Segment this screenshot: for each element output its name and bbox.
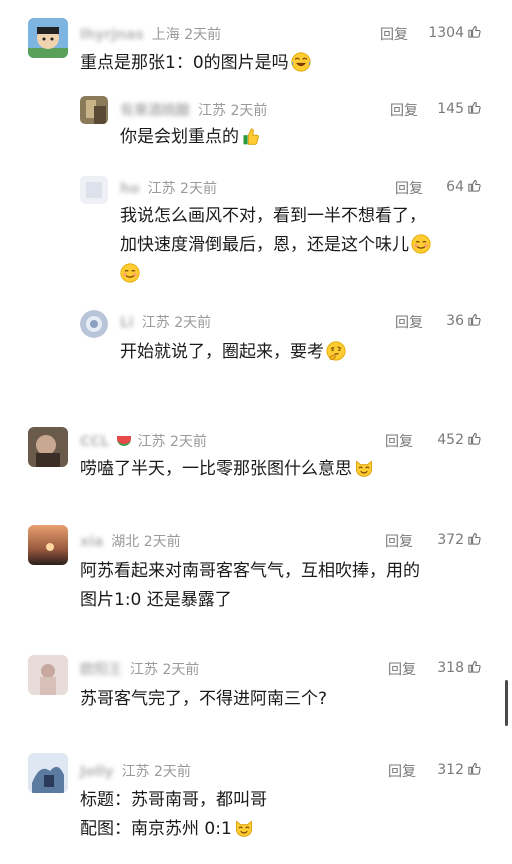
comment-text: 唠嗑了半天，一比零那张图什么意思 (80, 455, 374, 484)
cat-emoji (235, 820, 252, 837)
timestamp: 2天前 (184, 27, 222, 43)
timestamp: 2天前 (230, 103, 268, 119)
like-count: 312 (437, 762, 464, 778)
thumbs-up-icon (467, 24, 482, 39)
reply-comment-item: Li 江苏 2天前 回复 36 开始就说了，圈起来，要考 (0, 302, 512, 382)
comment-text: 重点是那张1：0的图片是吗 (80, 49, 311, 78)
reply-button[interactable]: 回复 (388, 659, 416, 679)
like-count: 145 (437, 101, 464, 117)
reply-button[interactable]: 回复 (388, 761, 416, 781)
location: 江苏 (147, 181, 176, 197)
avatar[interactable] (28, 18, 68, 58)
reply-button[interactable]: 回复 (380, 24, 408, 44)
comment-text: 标题：苏哥南哥，都叫哥 配图：南京苏州 0:1 (80, 790, 267, 839)
reply-button[interactable]: 回复 (395, 178, 423, 198)
reply-comment-item: ho 江苏 2天前 回复 64 我说怎么画风不对，看到一半不想看了， 加快速度滑倒… (0, 170, 512, 300)
avatar[interactable] (28, 753, 68, 793)
like-button[interactable]: 452 (437, 431, 482, 448)
like-button[interactable]: 318 (437, 659, 482, 676)
like-button[interactable]: 64 (446, 178, 482, 195)
avatar[interactable] (80, 310, 108, 338)
avatar[interactable] (28, 525, 68, 565)
timestamp: 2天前 (180, 181, 217, 197)
thumbs-up-emoji (243, 128, 259, 145)
location: 江苏 (121, 764, 150, 780)
like-count: 372 (437, 532, 464, 548)
username[interactable]: CCL (80, 434, 109, 450)
reply-button[interactable]: 回复 (390, 100, 418, 120)
watermelon-icon (117, 436, 132, 446)
avatar[interactable] (80, 96, 108, 124)
comment-item: CCL 江苏 2天前 回复 452 唠嗑了半天，一比零那张图什么意思 (0, 415, 512, 505)
username[interactable]: ho (120, 181, 140, 197)
reply-button[interactable]: 回复 (385, 531, 413, 551)
cat-emoji (356, 460, 372, 477)
comment-text: 开始就说了，圈起来，要考 (120, 338, 346, 367)
reply-button[interactable]: 回复 (385, 431, 413, 451)
laugh-cry-emoji (291, 52, 311, 72)
thumbs-up-icon (467, 659, 482, 674)
timestamp: 2天前 (169, 434, 207, 450)
timestamp: 2天前 (143, 534, 181, 550)
comment-item: xia 湖北 2天前 回复 372 阿苏看起来对南哥客客气气，互相吹捧，用的 图片… (0, 515, 512, 635)
comment-text: 苏哥客气完了，不得进阿南三个? (80, 689, 328, 709)
reply-comment-item: 有果酒桃酸 江苏 2天前 回复 145 你是会划重点的 (0, 90, 512, 170)
username[interactable]: 有果酒桃酸 (120, 103, 190, 119)
blush-emoji (411, 234, 431, 254)
timestamp: 2天前 (162, 662, 200, 678)
timestamp: 2天前 (154, 764, 191, 780)
thumbs-up-icon (467, 312, 482, 327)
like-button[interactable]: 372 (437, 531, 482, 548)
thumbs-up-icon (467, 761, 482, 776)
comment-meta: 有果酒桃酸 江苏 2天前 (120, 100, 267, 120)
reply-button[interactable]: 回复 (395, 312, 423, 332)
like-button[interactable]: 312 (437, 761, 482, 778)
like-count: 64 (446, 179, 464, 195)
comment-meta: Ihyrjnas 上海 2天前 (80, 24, 221, 44)
location: 江苏 (141, 315, 170, 331)
comment-text: 我说怎么画风不对，看到一半不想看了， 加快速度滑倒最后，恩，还是这个味儿 (120, 202, 490, 289)
location: 湖北 (111, 534, 140, 550)
scrollbar[interactable] (505, 680, 508, 726)
location: 江苏 (198, 103, 226, 119)
like-button[interactable]: 145 (437, 100, 482, 117)
location: 江苏 (137, 434, 166, 450)
like-count: 1304 (428, 25, 464, 41)
thumbs-up-icon (467, 178, 482, 193)
thumbs-up-icon (467, 531, 482, 546)
like-button[interactable]: 36 (446, 312, 482, 329)
avatar[interactable] (80, 176, 108, 204)
thumbs-up-icon (467, 431, 482, 446)
username[interactable]: 欧阳王 (80, 662, 122, 678)
comment-text: 阿苏看起来对南哥客客气气，互相吹捧，用的 图片1:0 还是暴露了 (80, 561, 420, 610)
username[interactable]: xia (80, 534, 103, 550)
comment-meta: Li 江苏 2天前 (120, 312, 211, 332)
like-count: 36 (446, 313, 464, 329)
thumbs-up-icon (467, 100, 482, 115)
location: 江苏 (130, 662, 158, 678)
comment-meta: Jolly 江苏 2天前 (80, 761, 191, 781)
comment-item: Jolly 江苏 2天前 回复 312 标题：苏哥南哥，都叫哥 配图：南京苏州 0… (0, 745, 512, 864)
avatar[interactable] (28, 427, 68, 467)
like-button[interactable]: 1304 (428, 24, 482, 41)
username[interactable]: Li (120, 315, 134, 331)
username[interactable]: Ihyrjnas (80, 27, 144, 43)
like-count: 318 (437, 660, 464, 676)
blush-emoji (120, 263, 140, 283)
like-count: 452 (437, 432, 464, 448)
comment-item: 欧阳王 江苏 2天前 回复 318 苏哥客气完了，不得进阿南三个? (0, 645, 512, 735)
username[interactable]: Jolly (80, 764, 114, 780)
avatar[interactable] (28, 655, 68, 695)
comment-text: 你是会划重点的 (120, 123, 261, 152)
comment-meta: xia 湖北 2天前 (80, 531, 181, 551)
comment-meta: 欧阳王 江苏 2天前 (80, 659, 199, 679)
comment-item: Ihyrjnas 上海 2天前 回复 1304 重点是那张1：0的图片是吗 (0, 0, 512, 100)
comment-meta: CCL 江苏 2天前 (80, 431, 207, 451)
timestamp: 2天前 (174, 315, 212, 331)
thinking-emoji (326, 341, 346, 361)
location: 上海 (151, 27, 180, 43)
comment-meta: ho 江苏 2天前 (120, 178, 217, 198)
